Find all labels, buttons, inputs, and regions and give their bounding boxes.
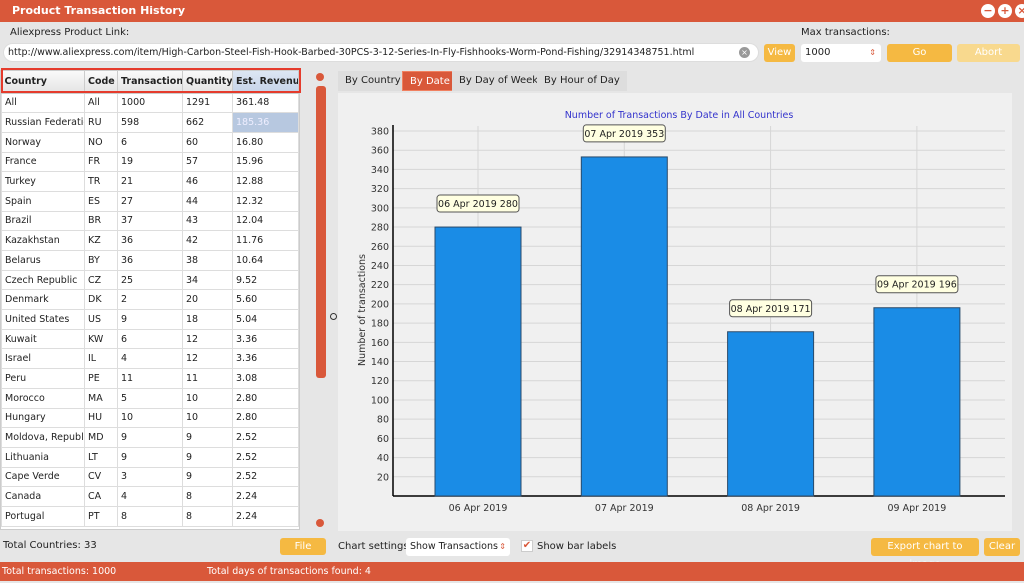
y-tick-label: 200 [371,299,389,310]
file-button[interactable]: File [280,538,326,555]
y-tick-label: 20 [377,472,389,483]
total-days: Total days of transactions found: 4 [207,566,371,577]
y-tick-label: 320 [371,184,389,195]
chart-title: Number of Transactions By Date in All Co… [565,110,794,121]
y-tick-label: 160 [371,338,389,349]
chart-setting-select[interactable]: Show Transactions ⇕ [406,538,510,556]
x-tick-label: 07 Apr 2019 [595,503,654,514]
x-tick-label: 06 Apr 2019 [449,503,508,514]
y-axis-label: Number of transactions [357,254,368,366]
y-tick-label: 240 [371,261,389,272]
y-tick-label: 80 [377,415,389,426]
y-tick-label: 60 [377,434,389,445]
y-tick-label: 220 [371,280,389,291]
chart-setting-value: Show Transactions [410,541,498,552]
x-tick-label: 09 Apr 2019 [888,503,947,514]
bar-label: 07 Apr 2019 353 [584,129,664,140]
bar-chart: Number of Transactions By Date in All Co… [357,110,1005,514]
bar[interactable] [580,156,668,497]
y-tick-label: 120 [371,376,389,387]
show-bar-labels-checkbox[interactable]: ✔ [521,540,533,552]
x-tick-label: 08 Apr 2019 [741,503,800,514]
export-chart-button[interactable]: Export chart to image [871,538,979,570]
bar-label: 08 Apr 2019 171 [731,304,811,315]
y-tick-label: 40 [377,453,389,464]
y-tick-label: 280 [371,223,389,234]
y-tick-label: 140 [371,357,389,368]
show-bar-labels-label: Show bar labels [537,541,617,552]
y-tick-label: 260 [371,242,389,253]
y-tick-label: 340 [371,165,389,176]
bar[interactable] [873,307,961,497]
y-tick-label: 300 [371,203,389,214]
bar-label: 06 Apr 2019 280 [438,199,518,210]
clear-button[interactable]: Clear [984,538,1020,556]
total-countries: Total Countries: 33 [3,540,97,551]
select-arrows-icon: ⇕ [499,542,506,551]
y-tick-label: 100 [371,395,389,406]
chart-settings-label: Chart settings: [338,541,412,552]
status-bar: Total transactions: 1000 Total days of t… [0,562,1024,581]
y-tick-label: 180 [371,319,389,330]
bar-label: 09 Apr 2019 196 [877,280,957,291]
y-tick-label: 360 [371,146,389,157]
total-transactions: Total transactions: 1000 [2,566,117,577]
bar[interactable] [434,226,522,497]
y-tick-label: 380 [371,127,389,138]
bar[interactable] [727,331,815,497]
